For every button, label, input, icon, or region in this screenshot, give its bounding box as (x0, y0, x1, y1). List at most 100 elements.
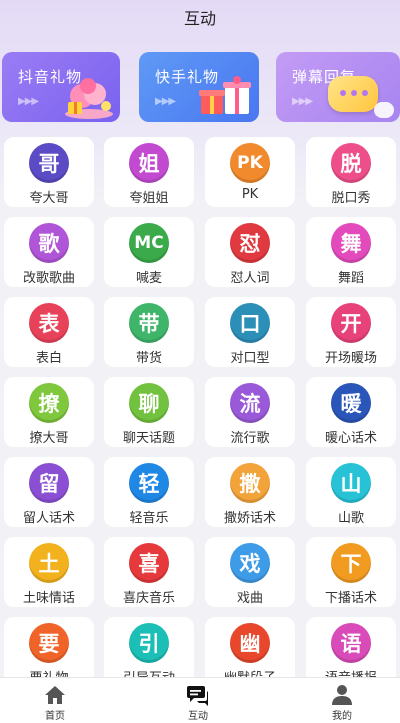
grid-item-label: 流行歌 (230, 431, 270, 446)
grid-item[interactable]: 留留人话术 (4, 457, 94, 527)
grid-item-label: 喜庆音乐 (122, 591, 175, 606)
grid-item-icon: 表 (29, 303, 69, 343)
chat-icon (187, 686, 209, 706)
grid-item-label: 戏曲 (236, 591, 263, 606)
grid-item-icon: 舞 (331, 223, 371, 263)
grid-item[interactable]: 要要礼物 (4, 617, 94, 682)
grid-item[interactable]: 撩撩大哥 (4, 377, 94, 447)
grid-item-icon: 引 (129, 623, 169, 663)
grid-item-label: 暖心话术 (324, 431, 377, 446)
grid-item-icon: 开 (331, 303, 371, 343)
top-cards: 抖音礼物 ▶▶▶ 快手礼物 ▶▶▶ 弹幕回复 ▶▶▶ (0, 52, 400, 124)
grid-item[interactable]: 哥夸大哥 (4, 137, 94, 207)
grid-item[interactable]: 引引导互动 (104, 617, 194, 682)
grid-item-label: 留人话术 (22, 511, 75, 526)
grid-item-label: 聊天话题 (122, 431, 175, 446)
bottom-nav: 首页 互动 我的 (0, 677, 400, 723)
grid-item-label: 夸姐姐 (129, 191, 169, 206)
grid-item-icon: 聊 (129, 383, 169, 423)
grid-item-label: 轻音乐 (129, 511, 169, 526)
feature-grid: 哥夸大哥姐夸姐姐 PK PK 脱脱口秀歌改歌歌曲 MC 喊麦怼怼人词舞舞蹈表表白带带货口对… (0, 137, 400, 682)
grid-item[interactable]: 表表白 (4, 297, 94, 367)
nav-interact-label: 互动 (188, 711, 208, 722)
grid-item[interactable]: 暖暖心话术 (306, 377, 396, 447)
grid-item-icon: 口 (230, 303, 270, 343)
grid-item[interactable]: 歌改歌歌曲 (4, 217, 94, 287)
grid-item-icon: 土 (29, 543, 69, 583)
grid-item-label: 夸大哥 (29, 191, 69, 206)
grid-item-icon: 带 (129, 303, 169, 343)
arrows-icon: ▶▶▶ (18, 96, 39, 107)
kuaishou-gift-card[interactable]: 快手礼物 ▶▶▶ (139, 52, 259, 122)
user-icon (332, 685, 352, 705)
grid-item[interactable]: PK PK (205, 137, 295, 207)
app-screen: 互动 抖音礼物 ▶▶▶ 快手礼物 ▶▶▶ 弹幕回复 ▶▶▶ 哥 夸大哥 姐 夸姐… (0, 0, 400, 723)
grid-item[interactable]: 土土味情话 (4, 537, 94, 607)
grid-item-icon: 语 (331, 623, 371, 663)
grid-item[interactable]: 下下播话术 (306, 537, 396, 607)
grid-item-label: 撒娇话术 (223, 511, 276, 526)
nav-mine[interactable]: 我的 (302, 684, 382, 722)
grid-item-label: 脱口秀 (331, 191, 371, 206)
grid-item-label: 舞蹈 (337, 271, 364, 286)
grid-item[interactable]: 流流行歌 (205, 377, 295, 447)
grid-item-label: 撩大哥 (29, 431, 69, 446)
grid-item-label: 下播话术 (324, 591, 377, 606)
grid-item-label: 表白 (35, 351, 62, 366)
grid-item[interactable]: 轻轻音乐 (104, 457, 194, 527)
grid-item[interactable]: 带带货 (104, 297, 194, 367)
chat-bubble-icon (328, 76, 378, 112)
grid-item[interactable]: 脱脱口秀 (306, 137, 396, 207)
grid-item[interactable]: 聊聊天话题 (104, 377, 194, 447)
arrows-icon: ▶▶▶ (292, 96, 313, 107)
grid-item[interactable]: 舞舞蹈 (306, 217, 396, 287)
grid-item-label: 喊麦 (135, 271, 162, 286)
grid-item[interactable]: 山山歌 (306, 457, 396, 527)
grid-item-icon: 下 (331, 543, 371, 583)
grid-item-icon: 山 (331, 463, 371, 503)
grid-item-icon: 要 (29, 623, 69, 663)
grid-item-label: 改歌歌曲 (22, 271, 75, 286)
grid-item-label: PK (241, 187, 259, 202)
grid-item-icon: 歌 (29, 223, 69, 263)
grid-item-icon: MC (129, 223, 169, 263)
grid-item-icon: 怼 (230, 223, 270, 263)
grid-item-icon: 姐 (129, 143, 169, 183)
douyin-gift-card[interactable]: 抖音礼物 ▶▶▶ (2, 52, 120, 122)
nav-mine-label: 我的 (332, 711, 352, 722)
grid-item[interactable]: 幽幽默段子 (205, 617, 295, 682)
grid-item[interactable]: 语语音播报 (306, 617, 396, 682)
grid-item-icon: 脱 (331, 143, 371, 183)
grid-item-icon: 流 (230, 383, 270, 423)
grid-item-label: 对口型 (230, 351, 270, 366)
grid-item[interactable]: 怼怼人词 (205, 217, 295, 287)
gift-boxes-icon (199, 76, 251, 114)
grid-item-icon: 留 (29, 463, 69, 503)
grid-item[interactable]: 姐夸姐姐 (104, 137, 194, 207)
home-icon (45, 686, 65, 704)
grid-item[interactable]: 开开场暖场 (306, 297, 396, 367)
gift-illustration-icon (65, 78, 113, 119)
grid-item[interactable]: 戏戏曲 (205, 537, 295, 607)
grid-item[interactable]: MC 喊麦 (104, 217, 194, 287)
grid-item[interactable]: 撒撒娇话术 (205, 457, 295, 527)
grid-item-label: 开场暖场 (324, 351, 377, 366)
grid-item-icon: 撩 (29, 383, 69, 423)
grid-item-icon: 轻 (129, 463, 169, 503)
grid-item-icon: 戏 (230, 543, 270, 583)
nav-home[interactable]: 首页 (15, 684, 95, 722)
danmu-reply-card[interactable]: 弹幕回复 ▶▶▶ (276, 52, 400, 122)
grid-item-icon: 撒 (230, 463, 270, 503)
grid-item-icon: 喜 (129, 543, 169, 583)
nav-interact[interactable]: 互动 (158, 684, 238, 722)
grid-item-icon: 暖 (331, 383, 371, 423)
small-bubble-icon (374, 102, 394, 118)
grid-item-label: 山歌 (337, 511, 364, 526)
grid-item-icon: 幽 (230, 623, 270, 663)
grid-item-label: 土味情话 (22, 591, 75, 606)
page-title: 互动 (183, 9, 216, 28)
grid-item-label: 带货 (135, 351, 162, 366)
grid-item[interactable]: 喜喜庆音乐 (104, 537, 194, 607)
grid-item[interactable]: 口对口型 (205, 297, 295, 367)
grid-item-label: 怼人词 (230, 271, 270, 286)
